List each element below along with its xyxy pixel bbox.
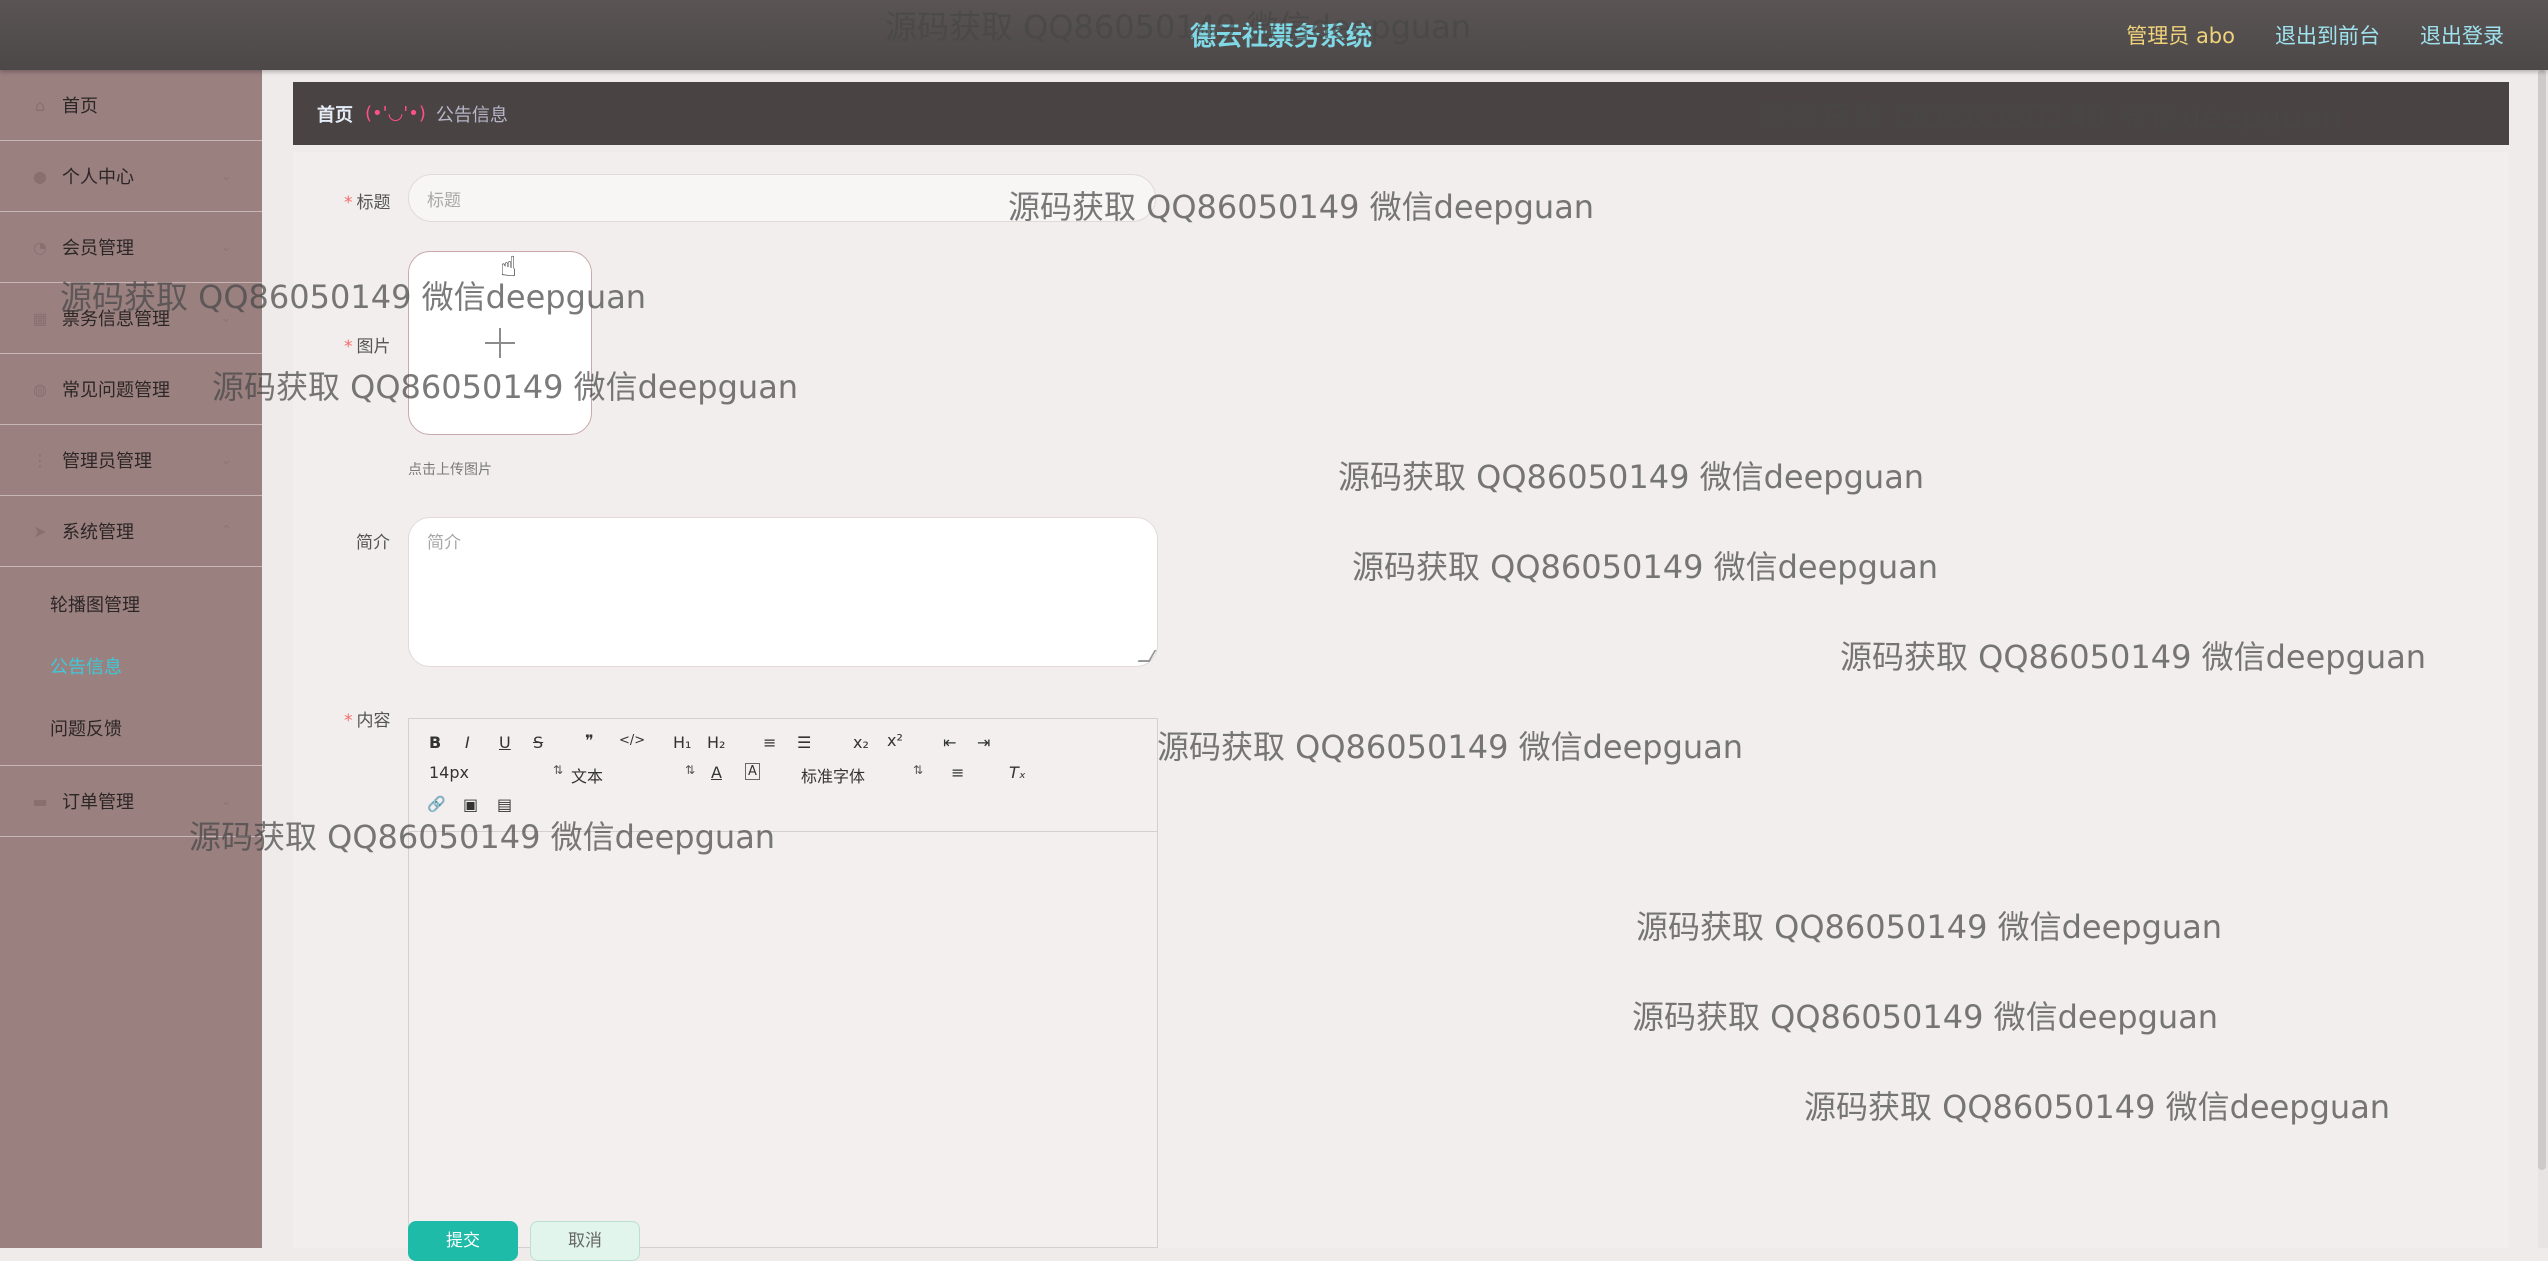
- sidebar-item-label: 会员管理: [62, 238, 134, 259]
- background-color-icon[interactable]: A: [745, 763, 760, 780]
- link-icon[interactable]: 🔗: [427, 795, 446, 813]
- video-icon[interactable]: ▤: [497, 795, 512, 814]
- outdent-icon[interactable]: ⇤: [943, 733, 956, 752]
- order-icon: ▬: [32, 791, 48, 811]
- chevron-down-icon: ⌄: [220, 452, 232, 468]
- code-block-icon[interactable]: </>: [619, 733, 645, 748]
- intro-label: 简介: [356, 533, 390, 553]
- editor-toolbar: B I U S ❞ </> H₁ H₂ ≡ ☰ x₂ x² ⇤ ⇥ 14px ⇅ …: [409, 719, 1157, 832]
- text-color-icon[interactable]: A: [711, 763, 722, 782]
- intro-textarea[interactable]: 简介: [408, 517, 1158, 667]
- header2-icon[interactable]: H₂: [707, 733, 725, 752]
- sidebar-item-tickets[interactable]: ▦ 票务信息管理 ⌄: [0, 283, 262, 354]
- page-scrollbar[interactable]: [2538, 70, 2548, 1248]
- chevron-down-icon: ⌄: [220, 381, 232, 397]
- members-icon: ◔: [33, 237, 47, 257]
- intro-placeholder: 简介: [427, 533, 461, 553]
- sidebar-item-faq[interactable]: ◍ 常见问题管理 ⌄: [0, 354, 262, 425]
- rich-text-editor: B I U S ❞ </> H₁ H₂ ≡ ☰ x₂ x² ⇤ ⇥ 14px ⇅ …: [408, 718, 1158, 1248]
- font-size-select[interactable]: 14px ⇅: [429, 763, 563, 782]
- italic-icon[interactable]: I: [465, 733, 470, 752]
- title-input[interactable]: 标题: [408, 174, 1156, 222]
- strike-icon[interactable]: S: [533, 733, 543, 752]
- question-icon: ◍: [33, 379, 47, 399]
- sidebar-item-system[interactable]: ➤ 系统管理 ⌃: [0, 496, 262, 567]
- system-icon: ➤: [33, 521, 47, 541]
- submit-button[interactable]: 提交: [408, 1221, 518, 1261]
- sidebar-item-notice[interactable]: 公告信息: [0, 635, 262, 697]
- back-to-front-link[interactable]: 退出到前台: [2275, 20, 2380, 50]
- sidebar-item-label: 首页: [62, 96, 98, 117]
- sidebar-item-profile[interactable]: ● 个人中心 ⌄: [0, 141, 262, 212]
- sidebar-item-feedback[interactable]: 问题反馈: [0, 697, 262, 759]
- sidebar: ⌂ 首页 ● 个人中心 ⌄ ◔ 会员管理 ⌄ ▦ 票务信息管理 ⌄ ◍ 常见问题…: [0, 70, 262, 1248]
- sidebar-item-home[interactable]: ⌂ 首页: [0, 70, 262, 141]
- sidebar-item-label: 订单管理: [62, 792, 134, 813]
- chevron-up-icon: ⌃: [220, 523, 232, 539]
- header-select[interactable]: 文本 ⇅: [571, 763, 695, 787]
- subscript-icon[interactable]: x₂: [853, 733, 869, 752]
- home-icon: ⌂: [34, 95, 46, 115]
- chevron-down-icon: ⌄: [220, 239, 232, 255]
- image-label: * 图片: [344, 337, 391, 357]
- scrollbar-thumb[interactable]: [2538, 70, 2546, 1170]
- ticket-icon: ▦: [32, 308, 48, 328]
- title-label: * 标题: [344, 193, 391, 213]
- sidebar-item-label: 系统管理: [62, 522, 134, 543]
- chevron-down-icon: ⌄: [220, 168, 232, 184]
- font-family-select[interactable]: 标准字体 ⇅: [801, 763, 923, 787]
- quote-icon[interactable]: ❞: [585, 731, 594, 750]
- bold-icon[interactable]: B: [429, 733, 441, 752]
- sidebar-item-label: 个人中心: [62, 167, 134, 188]
- sidebar-item-orders[interactable]: ▬ 订单管理 ⌄: [0, 766, 262, 837]
- plus-icon: [485, 328, 515, 358]
- sidebar-item-label: 管理员管理: [62, 451, 152, 472]
- image-icon[interactable]: ▣: [463, 795, 478, 814]
- logout-link[interactable]: 退出登录: [2420, 20, 2504, 50]
- align-icon[interactable]: ≡: [951, 763, 964, 782]
- breadcrumb-home[interactable]: 首页: [317, 101, 353, 127]
- sidebar-item-admins[interactable]: ⋮ 管理员管理 ⌄: [0, 425, 262, 496]
- sidebar-item-label: 常见问题管理: [62, 380, 170, 401]
- sidebar-item-label: 票务信息管理: [62, 309, 170, 330]
- content-label: * 内容: [344, 711, 391, 731]
- user-icon: ●: [33, 166, 47, 186]
- chevron-down-icon: ⌄: [220, 793, 232, 809]
- sidebar-item-carousel[interactable]: 轮播图管理: [0, 573, 262, 635]
- bullet-list-icon[interactable]: ☰: [797, 733, 811, 752]
- top-links: 管理员 abo 退出到前台 退出登录: [2126, 20, 2504, 50]
- breadcrumb-current: 公告信息: [435, 104, 508, 126]
- breadcrumb: 首页 (•'◡'•) 公告信息: [293, 82, 2509, 145]
- upload-tip: 点击上传图片: [408, 462, 492, 478]
- current-user-label: 管理员 abo: [2126, 24, 2235, 48]
- system-submenu: 轮播图管理 公告信息 问题反馈: [0, 567, 262, 766]
- hand-cursor-icon: ☝: [500, 250, 518, 283]
- ordered-list-icon[interactable]: ≡: [763, 733, 776, 752]
- cancel-button[interactable]: 取消: [530, 1221, 640, 1261]
- breadcrumb-emoticon: (•'◡'•): [365, 103, 426, 124]
- sidebar-item-members[interactable]: ◔ 会员管理 ⌄: [0, 212, 262, 283]
- app-title: 德云社票务系统: [1190, 22, 1373, 52]
- clear-format-icon[interactable]: Tₓ: [1009, 763, 1026, 782]
- indent-icon[interactable]: ⇥: [977, 733, 990, 752]
- superscript-icon[interactable]: x²: [887, 731, 903, 750]
- top-header: 德云社票务系统 管理员 abo 退出到前台 退出登录: [0, 0, 2548, 70]
- underline-icon[interactable]: U: [499, 733, 511, 752]
- chevron-down-icon: ⌄: [220, 310, 232, 326]
- admin-icon: ⋮: [32, 450, 48, 470]
- header1-icon[interactable]: H₁: [673, 733, 691, 752]
